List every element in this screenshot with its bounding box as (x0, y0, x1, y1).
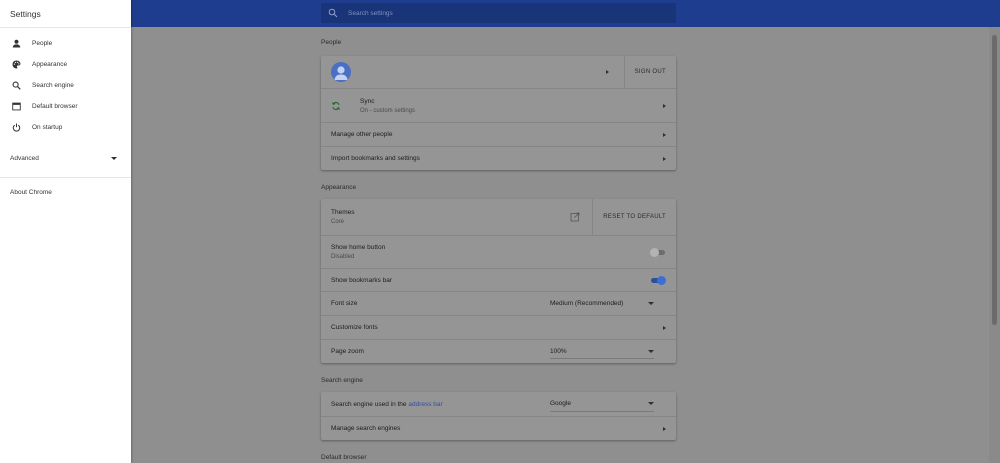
chevron-down-icon (111, 157, 117, 160)
sidebar-item-search-engine[interactable]: Search engine (0, 75, 131, 96)
chevron-right-icon (663, 325, 666, 330)
search-engine-label-text: Search engine used in the (331, 400, 407, 408)
themes-label: Themes (331, 209, 355, 216)
import-bookmarks-row[interactable]: Import bookmarks and settings (321, 146, 676, 170)
sidebar-item-on-startup[interactable]: On startup (0, 117, 131, 138)
search-engine-row: Search engine used in the address bar Go… (321, 392, 676, 416)
section-title-appearance: Appearance (321, 184, 357, 191)
person-icon (10, 38, 22, 50)
font-size-row: Font size Medium (Recommended) (321, 291, 676, 315)
sync-row[interactable]: Sync On - custom settings (321, 88, 676, 122)
themes-row[interactable]: Themes Core RESET TO DEFAULT (321, 199, 676, 235)
sidebar-advanced-toggle[interactable]: Advanced (0, 140, 131, 178)
manage-other-people-row[interactable]: Manage other people (321, 122, 676, 146)
chevron-down-icon (648, 349, 654, 353)
import-bookmarks-label: Import bookmarks and settings (331, 155, 420, 162)
avatar (331, 62, 351, 82)
sidebar-item-label: Appearance (32, 61, 68, 68)
sidebar-item-appearance[interactable]: Appearance (0, 54, 131, 75)
show-home-button-status: Disabled (331, 254, 355, 260)
section-title-people: People (321, 39, 342, 46)
appearance-card: Themes Core RESET TO DEFAULT Show home b… (321, 199, 676, 363)
chevron-right-icon (663, 426, 666, 431)
scrollbar[interactable] (989, 27, 1000, 463)
show-home-button-row[interactable]: Show home button Disabled (321, 235, 676, 268)
manage-other-people-label: Manage other people (331, 131, 393, 138)
font-size-value: Medium (Recommended) (550, 300, 624, 307)
browser-icon (10, 101, 22, 113)
search-icon (10, 80, 22, 92)
sidebar-item-people[interactable]: People (0, 33, 131, 54)
search-engine-value: Google (550, 400, 571, 407)
chevron-down-icon (648, 402, 654, 405)
chevron-down-icon (648, 302, 654, 305)
sync-title: Sync (360, 97, 375, 105)
power-icon (10, 122, 22, 134)
show-bookmarks-bar-row[interactable]: Show bookmarks bar (321, 268, 676, 291)
page-zoom-select[interactable]: 100% (550, 344, 654, 359)
search-engine-card: Search engine used in the address bar Go… (321, 392, 676, 440)
themes-value: Core (331, 219, 345, 225)
profile-row[interactable]: SIGN OUT (321, 56, 676, 88)
show-bookmarks-bar-toggle[interactable] (650, 275, 666, 285)
show-bookmarks-bar-label: Show bookmarks bar (331, 276, 393, 284)
chevron-right-icon (663, 132, 666, 137)
manage-search-engines-label: Manage search engines (331, 425, 401, 432)
scrollbar-thumb[interactable] (992, 35, 997, 325)
people-card: SIGN OUT Sync On - custom settings Manag… (321, 56, 676, 170)
font-size-select[interactable]: Medium (Recommended) (550, 297, 654, 311)
reset-to-default-button[interactable]: RESET TO DEFAULT (593, 214, 676, 220)
sign-out-button[interactable]: SIGN OUT (625, 69, 676, 75)
search-engine-select[interactable]: Google (550, 397, 654, 412)
settings-main: People SIGN OUT Sync On - custom setting… (131, 27, 989, 463)
address-bar-link[interactable]: address bar (408, 401, 442, 408)
sync-icon (331, 101, 341, 111)
show-home-button-label: Show home button (331, 244, 386, 251)
sidebar-item-label: About Chrome (10, 188, 52, 196)
page-zoom-row: Page zoom 100% (321, 339, 676, 363)
toggle-knob (657, 275, 666, 285)
app-title: Settings (0, 0, 131, 28)
open-in-new-icon[interactable] (570, 212, 580, 222)
search-input[interactable] (346, 8, 650, 18)
palette-icon (10, 59, 22, 71)
sidebar: Settings People Appearance Search engine… (0, 0, 131, 463)
sync-arrow-icon (663, 103, 666, 108)
search-box[interactable] (321, 3, 676, 23)
section-title-default-browser: Default browser (321, 454, 367, 461)
sidebar-item-label: On startup (32, 124, 63, 131)
toggle-knob (650, 247, 659, 257)
sidebar-item-default-browser[interactable]: Default browser (0, 96, 131, 117)
manage-search-engines-row[interactable]: Manage search engines (321, 416, 676, 440)
profile-arrow-icon[interactable] (605, 70, 609, 74)
customize-fonts-label: Customize fonts (331, 324, 378, 331)
sidebar-item-about-chrome[interactable]: About Chrome (0, 182, 131, 202)
sidebar-item-label: Search engine (32, 82, 74, 89)
sidebar-item-label: Default browser (32, 103, 78, 110)
page-zoom-value: 100% (550, 347, 567, 355)
sidebar-item-label: People (32, 40, 53, 47)
section-title-search-engine: Search engine (321, 377, 363, 384)
show-home-button-toggle[interactable] (650, 247, 666, 257)
chevron-right-icon (663, 156, 666, 161)
advanced-label: Advanced (10, 155, 39, 162)
sync-status: On - custom settings (360, 107, 416, 114)
search-icon (328, 8, 338, 18)
customize-fonts-row[interactable]: Customize fonts (321, 315, 676, 339)
